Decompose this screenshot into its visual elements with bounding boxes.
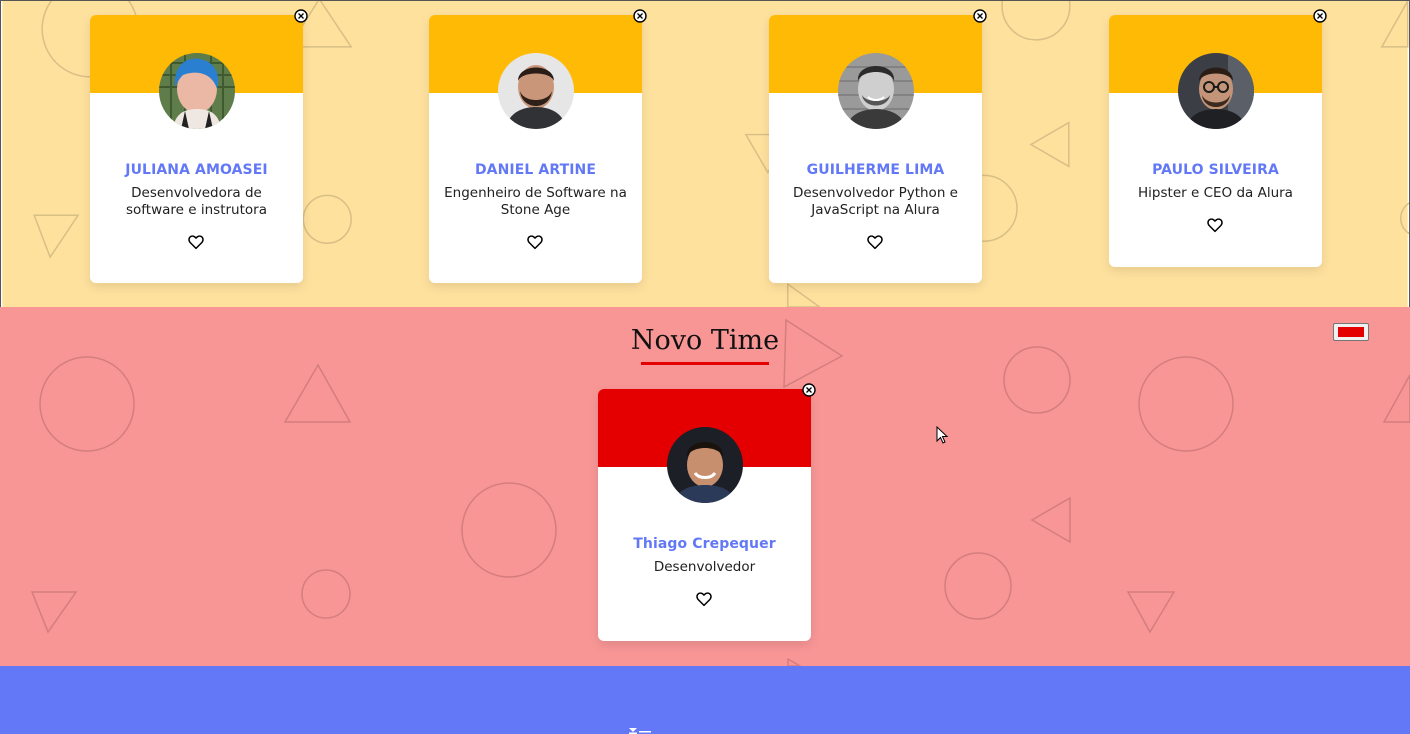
member-card: PAULO SILVEIRA Hipster e CEO da Alura [1109,15,1322,267]
member-name: GUILHERME LIMA [806,162,945,178]
member-card: Thiago Crepequer Desenvolvedor [598,389,811,641]
avatar [497,53,574,129]
member-card: GUILHERME LIMA Desenvolvedor Python e Ja… [769,15,982,283]
member-name: DANIEL ARTINE [474,162,597,178]
heart-outline-icon[interactable] [695,590,713,608]
color-swatch [1338,327,1364,337]
member-role: Desenvolvedor Python e JavaScript na Alu… [793,185,958,218]
member-card: DANIEL ARTINE Engenheiro de Software na … [429,15,642,283]
member-role: Desenvolvedora de software e instrutora [126,185,267,218]
heart-outline-icon[interactable] [526,233,544,251]
close-circle-icon[interactable] [973,9,987,23]
footer [0,666,1410,734]
member-card: JULIANA AMOASEI Desenvolvedora de softwa… [90,15,303,283]
avatar [1177,53,1254,129]
team-color-input[interactable] [1333,323,1369,341]
member-name: Thiago Crepequer [633,536,776,552]
close-circle-icon[interactable] [294,9,308,23]
heart-outline-icon[interactable] [866,233,884,251]
avatar [666,427,743,503]
close-circle-icon[interactable] [802,383,816,397]
avatar [837,53,914,129]
heart-outline-icon[interactable] [187,233,205,251]
member-role: Hipster e CEO da Alura [1138,185,1293,201]
team-title-underline [641,362,769,365]
team-section-top: JULIANA AMOASEI Desenvolvedora de softwa… [0,0,1410,307]
close-circle-icon[interactable] [633,9,647,23]
close-circle-icon[interactable] [1313,9,1327,23]
member-name: PAULO SILVEIRA [1152,162,1279,178]
member-role: Engenheiro de Software na Stone Age [444,185,627,218]
team-section-novo-time: Novo Time Thiago Crepequer Desenvolvedor [0,307,1410,666]
team-title: Novo Time [630,325,780,356]
member-name: JULIANA AMOASEI [125,162,268,178]
heart-outline-icon[interactable] [1206,216,1224,234]
avatar [158,53,235,129]
logo-icon [629,728,651,734]
member-role: Desenvolvedor [653,559,756,575]
